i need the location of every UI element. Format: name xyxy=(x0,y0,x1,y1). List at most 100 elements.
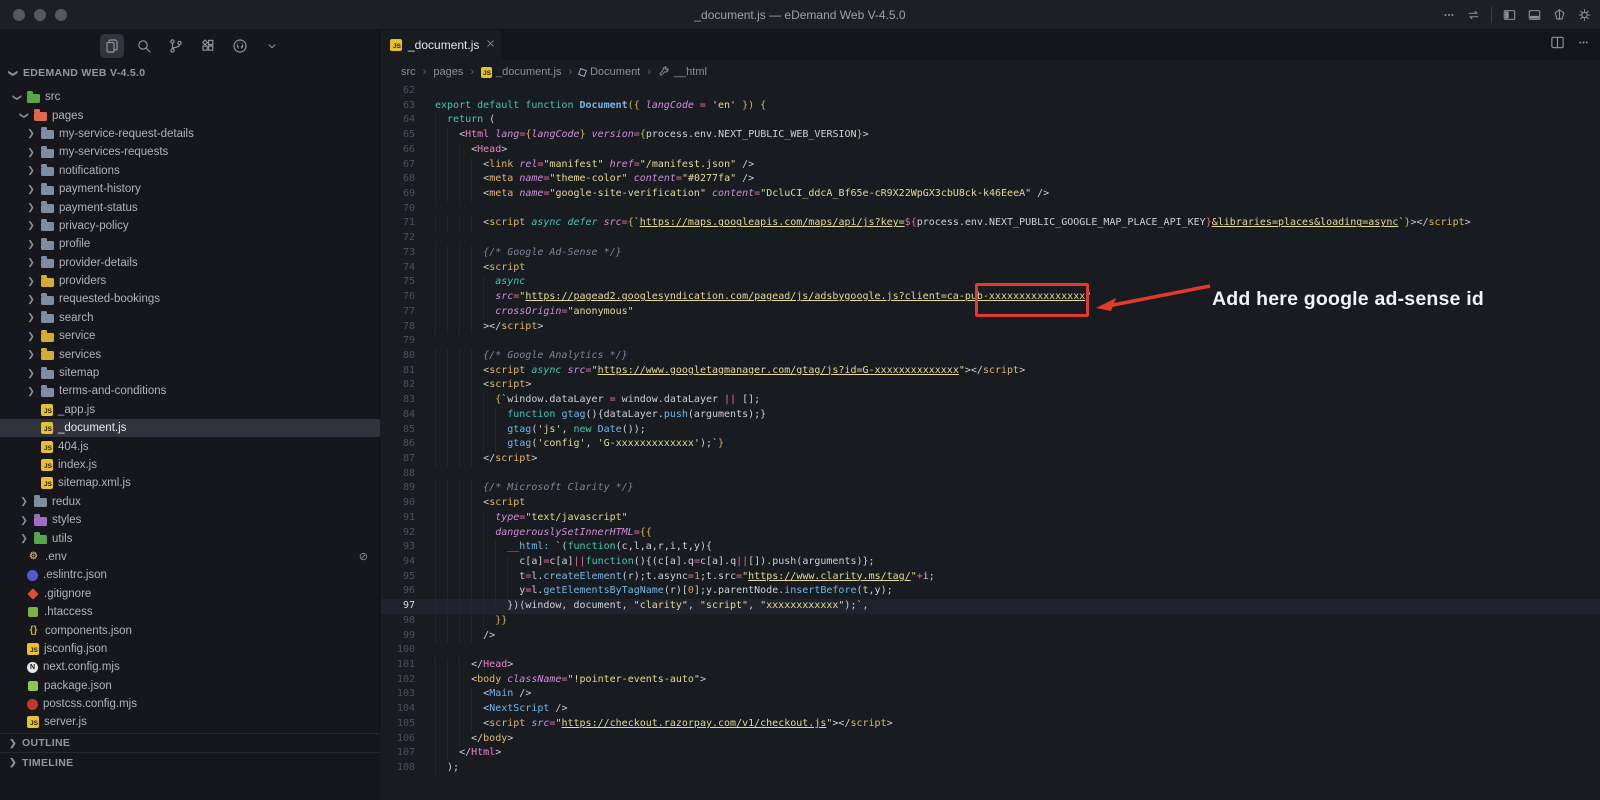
tree-item-index-js[interactable]: JS index.js xyxy=(0,456,380,474)
chevron-down-icon[interactable] xyxy=(260,34,284,58)
tree-item-terms-and-conditions[interactable]: ❯ terms-and-conditions xyxy=(0,382,380,400)
code-line-91[interactable]: 91 type="text/javascript" xyxy=(381,510,1600,526)
code-line-65[interactable]: 65 <Html lang={langCode} version={process… xyxy=(381,128,1600,143)
shield-icon[interactable] xyxy=(1552,8,1567,22)
editor-more-actions-icon[interactable] xyxy=(1577,36,1590,54)
code-line-68[interactable]: 68 <meta name="theme-color" content="#027… xyxy=(381,172,1600,188)
code-line-63[interactable]: 63 export default function Document({ lan… xyxy=(381,99,1600,114)
code-line-106[interactable]: 106 </body> xyxy=(381,731,1600,747)
code-line-73[interactable]: 73 {/* Google Ad-Sense */} xyxy=(381,245,1600,261)
tree-item-styles[interactable]: ❯ styles xyxy=(0,511,380,529)
breadcrumb-symbol-document[interactable]: Document xyxy=(578,66,640,78)
code-line-78[interactable]: 78 ></script> xyxy=(381,319,1600,335)
code-line-66[interactable]: 66 <Head> xyxy=(381,142,1600,158)
code-line-103[interactable]: 103 <Main /> xyxy=(381,687,1600,703)
tree-item-requested-bookings[interactable]: ❯ requested-bookings xyxy=(0,290,380,308)
tree-item-404-js[interactable]: JS 404.js xyxy=(0,437,380,455)
code-line-93[interactable]: 93 __html: `(function(c,l,a,r,i,t,y){ xyxy=(381,540,1600,555)
breadcrumb-pages[interactable]: pages xyxy=(433,66,463,78)
outline-section-header[interactable]: ❯ OUTLINE xyxy=(0,733,380,752)
tree-item-notifications[interactable]: ❯ notifications xyxy=(0,162,380,180)
tree-item-next-config-mjs[interactable]: Nnext.config.mjs xyxy=(0,658,380,676)
tree-item-provider-details[interactable]: ❯ provider-details xyxy=(0,254,380,272)
traffic-lights[interactable] xyxy=(13,9,67,21)
code-line-67[interactable]: 67 <link rel="manifest" href="/manifest.j… xyxy=(381,157,1600,173)
code-line-69[interactable]: 69 <meta name="google-site-verification" … xyxy=(381,187,1600,202)
code-line-92[interactable]: 92 dangerouslySetInnerHTML={{ xyxy=(381,525,1600,541)
tree-item-utils[interactable]: ❯ utils xyxy=(0,529,380,547)
code-line-71[interactable]: 71 <script async defer src={`https://maps… xyxy=(381,216,1600,232)
tree-item-payment-history[interactable]: ❯ payment-history xyxy=(0,180,380,198)
tree-item-service[interactable]: ❯ service xyxy=(0,327,380,345)
timeline-section-header[interactable]: ❯ TIMELINE xyxy=(0,752,380,800)
code-line-64[interactable]: 64 return ( xyxy=(381,113,1600,129)
close-tab-icon[interactable] xyxy=(485,38,496,52)
code-line-105[interactable]: 105 <script src="https://checkout.razorpa… xyxy=(381,716,1600,732)
code-line-84[interactable]: 84 function gtag(){dataLayer.push(argumen… xyxy=(381,407,1600,423)
tree-item--app-js[interactable]: JS _app.js xyxy=(0,401,380,419)
tree-item--env[interactable]: ⚙ .env ⊘ xyxy=(0,548,380,566)
tree-item-src[interactable]: ❯ src xyxy=(0,88,380,106)
gear-icon[interactable] xyxy=(1577,8,1592,22)
code-line-82[interactable]: 82 <script> xyxy=(381,378,1600,394)
code-line-96[interactable]: 96 y=l.getElementsByTagName(r)[0];y.paren… xyxy=(381,584,1600,600)
tree-item-server-js[interactable]: JS server.js xyxy=(0,713,380,731)
tree-item--htaccess[interactable]: .htaccess xyxy=(0,603,380,621)
tree-item-search[interactable]: ❯ search xyxy=(0,309,380,327)
tree-item-profile[interactable]: ❯ profile xyxy=(0,235,380,253)
more-actions-icon[interactable] xyxy=(1442,8,1456,22)
tab-document-js[interactable]: JS _document.js xyxy=(381,30,501,60)
code-line-100[interactable]: 100 xyxy=(381,643,1600,658)
close-window-button[interactable] xyxy=(13,9,25,21)
code-line-74[interactable]: 74 <script xyxy=(381,260,1600,276)
source-control-icon[interactable] xyxy=(164,34,188,58)
tree-item-pages[interactable]: ❯ pages xyxy=(0,106,380,124)
code-line-90[interactable]: 90 <script xyxy=(381,496,1600,511)
code-line-70[interactable]: 70 xyxy=(381,202,1600,217)
code-line-94[interactable]: 94 c[a]=c[a]||function(){(c[a].q=c[a].q||… xyxy=(381,555,1600,570)
code-line-87[interactable]: 87 </script> xyxy=(381,451,1600,467)
code-line-72[interactable]: 72 xyxy=(381,231,1600,246)
tree-item-postcss-config-mjs[interactable]: postcss.config.mjs xyxy=(0,695,380,713)
code-editor[interactable]: 62 63 export default function Document({ l… xyxy=(381,84,1600,800)
tree-item--gitignore[interactable]: .gitignore xyxy=(0,585,380,603)
code-line-81[interactable]: 81 <script async src="https://www.googlet… xyxy=(381,363,1600,379)
tree-item-my-services-requests[interactable]: ❯ my-services-requests xyxy=(0,143,380,161)
tree-item-components-json[interactable]: {} components.json xyxy=(0,621,380,639)
tree-item--eslintrc-json[interactable]: .eslintrc.json xyxy=(0,566,380,584)
tree-item-redux[interactable]: ❯ redux xyxy=(0,493,380,511)
breadcrumb-symbol-html[interactable]: __html xyxy=(658,66,707,78)
code-line-99[interactable]: 99/> xyxy=(381,628,1600,644)
code-line-102[interactable]: 102 <body className="!pointer-events-auto… xyxy=(381,672,1600,688)
code-line-108[interactable]: 108); xyxy=(381,761,1600,776)
tree-item-payment-status[interactable]: ❯ payment-status xyxy=(0,198,380,216)
code-line-95[interactable]: 95 t=l.createElement(r);t.async=1;t.src="… xyxy=(381,569,1600,585)
code-line-85[interactable]: 85 gtag('js', new Date()); xyxy=(381,422,1600,438)
tree-item-jsconfig-json[interactable]: JS jsconfig.json xyxy=(0,640,380,658)
code-line-62[interactable]: 62 xyxy=(381,84,1600,99)
code-line-104[interactable]: 104 <NextScript /> xyxy=(381,702,1600,717)
code-line-80[interactable]: 80 {/* Google Analytics */} xyxy=(381,348,1600,364)
tree-item-sitemap-xml-js[interactable]: JS sitemap.xml.js xyxy=(0,474,380,492)
code-line-97[interactable]: 97})(window, document, "clarity", "scrip… xyxy=(381,599,1600,614)
explorer-icon[interactable] xyxy=(100,34,124,58)
breadcrumb-src[interactable]: src xyxy=(401,66,416,78)
tree-item-services[interactable]: ❯ services xyxy=(0,345,380,363)
code-line-101[interactable]: 101 </Head> xyxy=(381,658,1600,673)
search-icon[interactable] xyxy=(132,34,156,58)
tree-item--document-js[interactable]: JS _document.js xyxy=(0,419,380,438)
layout-panel-icon[interactable] xyxy=(1527,8,1542,22)
code-line-79[interactable]: 79 xyxy=(381,334,1600,349)
layout-sidebar-icon[interactable] xyxy=(1502,8,1517,22)
github-icon[interactable] xyxy=(228,34,252,58)
tree-item-providers[interactable]: ❯ providers xyxy=(0,272,380,290)
code-line-107[interactable]: 107 </Html> xyxy=(381,746,1600,762)
code-line-89[interactable]: 89 {/* Microsoft Clarity */} xyxy=(381,481,1600,497)
split-editor-icon[interactable] xyxy=(1550,35,1565,55)
explorer-root-header[interactable]: ❯ EDEMAND WEB V-4.5.0 xyxy=(0,62,379,84)
maximize-window-button[interactable] xyxy=(55,9,67,21)
tree-item-privacy-policy[interactable]: ❯ privacy-policy xyxy=(0,217,380,235)
minimize-window-button[interactable] xyxy=(34,9,46,21)
tree-item-sitemap[interactable]: ❯ sitemap xyxy=(0,364,380,382)
code-line-86[interactable]: 86 gtag('config', 'G-xxxxxxxxxxxxx');`} xyxy=(381,437,1600,452)
